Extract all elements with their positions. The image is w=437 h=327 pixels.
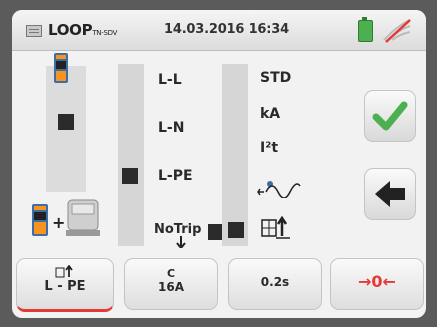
option-l-pe[interactable]: L-PE bbox=[158, 168, 193, 184]
tab-connection[interactable]: L - PE bbox=[16, 258, 114, 312]
loop-waveform-icon[interactable] bbox=[256, 176, 302, 198]
tab-zero-calibration[interactable]: →0← bbox=[330, 258, 424, 310]
instrument-screen: LOOPTN-SDV 14.03.2016 16:34 + L-L L-N L-… bbox=[12, 10, 426, 318]
connection-selection-marker[interactable] bbox=[122, 168, 138, 184]
option-l-n[interactable]: L-N bbox=[158, 120, 184, 136]
option-i2t[interactable]: I²t bbox=[260, 140, 278, 156]
confirm-button[interactable] bbox=[364, 90, 416, 142]
option-l-l[interactable]: L-L bbox=[158, 72, 182, 88]
meter-device-icon bbox=[54, 53, 68, 83]
tab-connection-label: L - PE bbox=[44, 279, 86, 294]
option-ka[interactable]: kA bbox=[260, 106, 280, 122]
svg-text:+: + bbox=[52, 213, 65, 232]
tab-time[interactable]: 0.2s bbox=[228, 258, 322, 310]
arrow-left-icon bbox=[375, 181, 405, 207]
option-notrip[interactable]: NoTrip bbox=[154, 222, 201, 237]
tab-protection-current: 16A bbox=[158, 280, 184, 294]
meter-plus-adapter-icon: + bbox=[32, 199, 100, 236]
status-bar: LOOPTN-SDV 14.03.2016 16:34 bbox=[12, 10, 426, 51]
device-selection-marker[interactable] bbox=[58, 114, 74, 130]
option-std[interactable]: STD bbox=[260, 70, 291, 86]
datetime: 14.03.2016 16:34 bbox=[164, 22, 289, 37]
battery-icon bbox=[358, 17, 373, 42]
check-icon bbox=[372, 101, 408, 131]
connection-slider[interactable] bbox=[118, 64, 144, 246]
tab-protection[interactable]: C 16A bbox=[124, 258, 218, 310]
ground-loop-icon[interactable] bbox=[260, 214, 292, 240]
measure-slider[interactable] bbox=[222, 64, 248, 246]
arrow-down-icon bbox=[176, 236, 186, 248]
menu-icon[interactable] bbox=[26, 25, 42, 37]
page-title: LOOPTN-SDV bbox=[48, 21, 118, 39]
tab-protection-curve: C bbox=[166, 267, 176, 280]
system-subtitle: TN-SDV bbox=[92, 29, 118, 37]
no-signal-icon bbox=[383, 19, 411, 43]
back-button[interactable] bbox=[364, 168, 416, 220]
ground-loop-small-icon bbox=[55, 265, 73, 278]
zero-calibration-icon: →0← bbox=[358, 272, 396, 291]
measure-selection-marker[interactable] bbox=[228, 222, 244, 238]
tab-time-label: 0.2s bbox=[260, 275, 290, 289]
